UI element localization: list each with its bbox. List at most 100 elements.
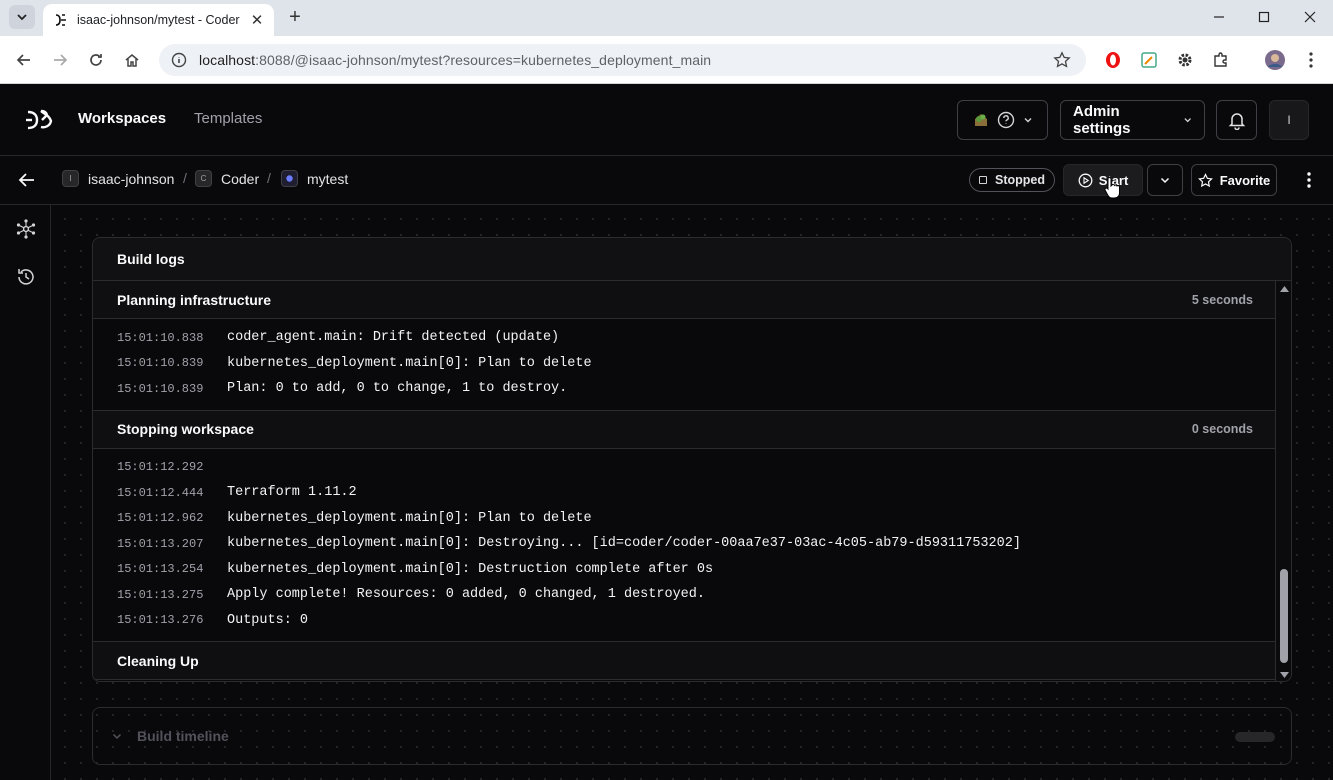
new-tab-button[interactable]: + [284, 6, 306, 28]
maximize-window-button[interactable] [1241, 0, 1287, 34]
history-icon[interactable] [15, 266, 37, 288]
build-logs-panel: Build logs Planning infrastructure 5 seco… [92, 237, 1292, 682]
start-options-button[interactable] [1147, 164, 1183, 196]
coder-favicon-icon [55, 14, 66, 26]
chevron-down-icon [1184, 118, 1191, 123]
more-actions-button[interactable] [1298, 168, 1320, 192]
log-stage-name: Stopping workspace [117, 421, 254, 437]
log-stage-header[interactable]: Cleaning Up [93, 642, 1277, 680]
chevron-down-icon [17, 14, 27, 21]
edit-extension-icon[interactable] [1138, 49, 1160, 71]
log-message: Apply complete! Resources: 0 added, 0 ch… [227, 587, 705, 603]
coder-logo-icon[interactable] [24, 106, 56, 134]
resources-graph-icon[interactable] [15, 218, 37, 240]
tab-search-button[interactable] [9, 5, 35, 29]
forward-button[interactable] [48, 48, 72, 72]
scroll-down-icon[interactable] [1279, 670, 1289, 680]
reload-icon [90, 54, 102, 66]
log-stage-name: Planning infrastructure [117, 291, 272, 308]
breadcrumb-owner[interactable]: I isaac-johnson [62, 170, 174, 187]
minimize-window-button[interactable] [1196, 0, 1242, 34]
arrow-right-icon [54, 54, 68, 66]
owner-name: isaac-johnson [88, 170, 175, 187]
log-message: kubernetes_deployment.main[0]: Plan to d… [227, 355, 592, 371]
close-tab-icon[interactable]: ✕ [248, 11, 266, 29]
close-window-button[interactable] [1287, 0, 1333, 34]
browser-tab[interactable]: isaac-johnson/mytest - Coder ✕ [43, 4, 274, 36]
logs-scrollbar[interactable] [1275, 281, 1291, 681]
workspace-topbar: I isaac-johnson / C Coder / mytest Stopp… [0, 156, 1333, 205]
breadcrumb-workspace[interactable]: mytest [281, 170, 348, 187]
back-arrow-icon[interactable] [16, 169, 38, 191]
deployment-menu-button[interactable] [957, 100, 1048, 140]
build-timeline-label: Build timeline [137, 728, 229, 744]
home-icon [125, 54, 139, 67]
breadcrumb-separator: / [267, 170, 271, 186]
workspace-name: mytest [307, 170, 349, 187]
log-stage: Planning infrastructure 5 seconds 15:01:10… [93, 281, 1277, 411]
admin-settings-label: Admin settings [1073, 103, 1131, 137]
user-avatar-button[interactable]: I [1269, 100, 1309, 140]
log-stage-duration: 5 seconds [1191, 292, 1253, 307]
puzzle-extensions-icon[interactable] [1210, 49, 1232, 71]
breadcrumb-organization[interactable]: C Coder [195, 170, 259, 187]
log-message: Outputs: 0 [227, 612, 309, 628]
nav-workspaces[interactable]: Workspaces [78, 110, 166, 127]
reload-button[interactable] [84, 48, 108, 72]
favorite-label: Favorite [1219, 172, 1271, 188]
nav-templates[interactable]: Templates [194, 110, 262, 127]
back-button[interactable] [12, 48, 36, 72]
stopped-icon [979, 176, 987, 184]
log-line: 15:01:13.254 kubernetes_deployment.main[0… [93, 557, 1277, 583]
bell-icon [1228, 113, 1245, 130]
admin-settings-button[interactable]: Admin settings [1060, 100, 1205, 140]
organization-name: Coder [221, 170, 260, 187]
workspace-status-badge: Stopped [969, 168, 1055, 192]
log-line: 15:01:13.207 kubernetes_deployment.main[0… [93, 531, 1277, 557]
home-button[interactable] [120, 48, 144, 72]
log-stage-header[interactable]: Planning infrastructure 5 seconds [93, 281, 1277, 319]
play-icon [1078, 173, 1093, 187]
coder-app: Workspaces Templates Admin settings I I … [0, 84, 1333, 780]
browser-toolbar: localhost:8088/@isaac-johnson/mytest?res… [0, 36, 1333, 84]
log-message: Plan: 0 to add, 0 to change, 1 to destro… [227, 381, 568, 397]
bookmark-star-icon[interactable] [1052, 50, 1072, 70]
log-stage-header[interactable]: Stopping workspace 0 seconds [93, 410, 1277, 449]
site-info-icon[interactable] [171, 52, 187, 68]
browser-menu-icon[interactable] [1300, 49, 1322, 71]
breadcrumb-separator: / [183, 170, 187, 186]
url-text: localhost:8088/@isaac-johnson/mytest?res… [199, 52, 712, 68]
log-timestamp: 15:01:13.276 [117, 613, 204, 628]
build-logs-list[interactable]: Planning infrastructure 5 seconds 15:01:10… [93, 281, 1277, 681]
log-message: coder_agent.main: Drift detected (update… [227, 330, 560, 346]
chevron-down-icon [1024, 118, 1032, 123]
status-label: Stopped [995, 173, 1045, 187]
gear-extension-icon[interactable] [1174, 49, 1196, 71]
help-icon [998, 111, 1015, 129]
log-timestamp: 15:01:12.962 [117, 511, 204, 526]
log-line: 15:01:10.839 kubernetes_deployment.main[0… [93, 351, 1277, 377]
favorite-button[interactable]: Favorite [1191, 164, 1277, 196]
workspace-sidebar [0, 205, 51, 780]
log-message: kubernetes_deployment.main[0]: Plan to d… [227, 510, 592, 526]
notifications-button[interactable] [1216, 100, 1257, 140]
log-line: 15:01:12.444 Terraform 1.11.2 [93, 480, 1277, 506]
loading-skeleton [1235, 732, 1275, 742]
log-line: 15:01:10.838 coder_agent.main: Drift dete… [93, 325, 1277, 351]
build-timeline-panel[interactable]: Build timeline [92, 707, 1292, 765]
scroll-up-icon[interactable] [1279, 284, 1289, 294]
address-bar[interactable]: localhost:8088/@isaac-johnson/mytest?res… [159, 44, 1086, 76]
log-stage-lines: 15:01:12.292 15:01:12.444 Terraform 1.11.2… [93, 449, 1277, 642]
close-icon [1304, 11, 1316, 23]
log-timestamp: 15:01:10.839 [117, 356, 204, 371]
arrow-left-icon [16, 54, 30, 66]
log-line: 15:01:10.839 Plan: 0 to add, 0 to change,… [93, 376, 1277, 402]
opera-extension-icon[interactable] [1102, 49, 1124, 71]
log-line: 15:01:12.292 [93, 455, 1277, 481]
scrollbar-thumb[interactable] [1280, 569, 1288, 663]
profile-avatar-icon[interactable] [1264, 49, 1286, 71]
star-icon [1197, 172, 1213, 187]
chevron-down-icon [112, 733, 122, 740]
browser-tab-bar: isaac-johnson/mytest - Coder ✕ + [0, 0, 1333, 36]
log-message: kubernetes_deployment.main[0]: Destroyin… [227, 536, 1021, 552]
